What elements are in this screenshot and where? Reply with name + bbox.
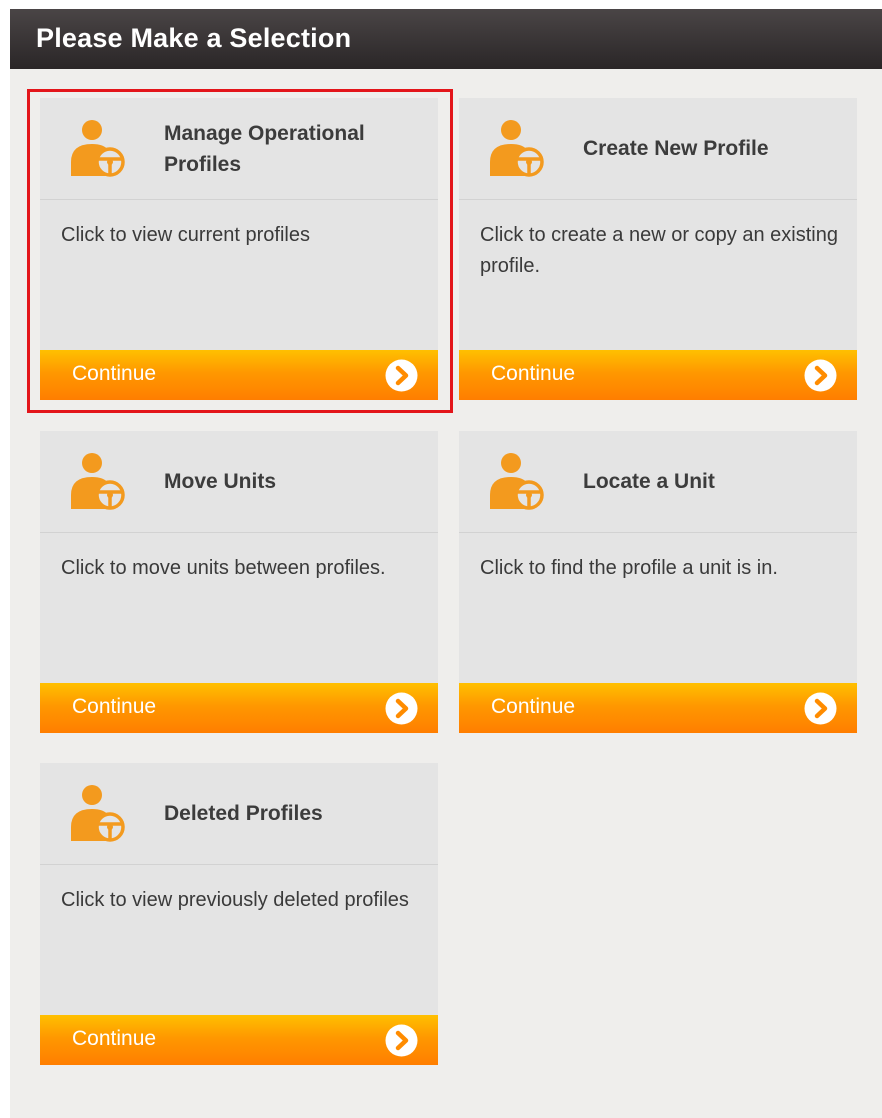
user-steering-wheel-icon — [71, 453, 125, 510]
continue-label: Continue — [491, 362, 576, 385]
user-steering-wheel-icon — [490, 120, 544, 177]
card-locate-a-unit: Locate a Unit Click to find the profile … — [459, 431, 857, 733]
card-title: Create New Profile — [583, 137, 769, 160]
continue-button[interactable]: Continue — [40, 1015, 438, 1065]
card-header: Create New Profile — [459, 98, 857, 200]
card-header: Locate a Unit — [459, 431, 857, 533]
user-steering-wheel-icon — [490, 453, 544, 510]
card-description: Click to move units between profiles. — [61, 557, 386, 579]
card-description: Click to create a new or copy an existin… — [480, 224, 838, 277]
continue-label: Continue — [491, 695, 576, 718]
card-header: Deleted Profiles — [40, 763, 438, 865]
chevron-right-icon — [385, 692, 418, 725]
page-title: Please Make a Selection — [36, 23, 352, 53]
user-steering-wheel-icon — [71, 785, 125, 842]
card-create-new-profile: Create New Profile Click to create a new… — [459, 98, 857, 400]
card-description: Click to find the profile a unit is in. — [480, 557, 778, 579]
chevron-right-icon — [804, 692, 837, 725]
card-deleted-profiles: Deleted Profiles Click to view previousl… — [40, 763, 438, 1065]
card-title: Move Units — [164, 470, 277, 493]
card-title: Deleted Profiles — [164, 802, 323, 825]
card-move-units: Move Units Click to move units between p… — [40, 431, 438, 733]
chevron-right-icon — [804, 359, 837, 392]
card-header: Move Units — [40, 431, 438, 533]
card-title: Locate a Unit — [583, 470, 715, 493]
continue-label: Continue — [72, 695, 157, 718]
continue-label: Continue — [72, 1027, 157, 1050]
chevron-right-icon — [385, 1024, 418, 1057]
card-description: Click to view previously deleted profile… — [61, 889, 409, 911]
continue-button[interactable]: Continue — [40, 683, 438, 733]
continue-button[interactable]: Continue — [459, 683, 857, 733]
selection-highlight — [27, 89, 453, 413]
continue-button[interactable]: Continue — [459, 350, 857, 400]
panel-header: Please Make a Selection — [10, 9, 882, 69]
